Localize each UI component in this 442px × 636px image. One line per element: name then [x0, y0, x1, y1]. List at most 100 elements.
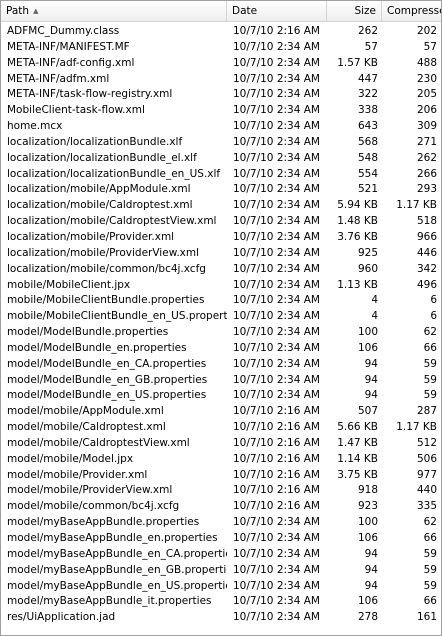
- cell-path: MobileClient-task-flow.xml: [7, 104, 145, 117]
- table-row[interactable]: model/myBaseAppBundle_it.properties 10/7/…: [1, 594, 441, 610]
- table-row[interactable]: model/mobile/Caldroptest.xml 10/7/10 2:16…: [1, 420, 441, 436]
- table-row[interactable]: mobile/MobileClientBundle.properties 10/7…: [1, 293, 441, 309]
- table-row[interactable]: mobile/MobileClientBundle_en_US.properti…: [1, 309, 441, 325]
- cell-compressed: 230: [416, 72, 437, 85]
- table-row[interactable]: res/UiApplication.jad 10/7/10 2:34 AM 278 1…: [1, 610, 441, 626]
- cell-date: 10/7/10 2:34 AM: [233, 56, 320, 69]
- table-row[interactable]: model/myBaseAppBundle_en.properties 10/7/…: [1, 531, 441, 547]
- cell-compressed: 293: [416, 183, 437, 196]
- cell-path: model/mobile/Model.jpx: [7, 452, 134, 465]
- cell-date: 10/7/10 2:34 AM: [233, 516, 320, 529]
- table-row[interactable]: localization/localizationBundle_en_US.xl…: [1, 167, 441, 183]
- cell-size: 1.14 KB: [337, 452, 378, 465]
- cell-path: res/UiApplication.jad: [7, 611, 116, 624]
- table-row[interactable]: localization/mobile/AppModule.xml 10/7/10…: [1, 182, 441, 198]
- cell-date: 10/7/10 2:34 AM: [233, 262, 320, 275]
- table-row[interactable]: model/mobile/ProviderView.xml 10/7/10 2:1…: [1, 483, 441, 499]
- table-row[interactable]: localization/localizationBundle.xlf 10/7/…: [1, 135, 441, 151]
- cell-size: 100: [357, 326, 378, 339]
- cell-date: 10/7/10 2:16 AM: [233, 436, 320, 449]
- table-row[interactable]: localization/mobile/Caldroptest.xml 10/7/…: [1, 198, 441, 214]
- table-row[interactable]: model/myBaseAppBundle_en_CA.properties 10…: [1, 547, 441, 563]
- table-row[interactable]: localization/mobile/CaldroptestView.xml 1…: [1, 214, 441, 230]
- cell-path: model/ModelBundle_en_US.properties: [7, 389, 207, 402]
- column-header-compressed[interactable]: Compressed: [382, 1, 441, 21]
- cell-size: 568: [357, 135, 378, 148]
- cell-path: model/mobile/common/bc4j.xcfg: [7, 500, 180, 513]
- cell-size: 100: [357, 516, 378, 529]
- cell-compressed: 66: [423, 341, 437, 354]
- cell-size: 1.13 KB: [337, 278, 378, 291]
- cell-path: model/myBaseAppBundle_en_US.properties: [7, 579, 227, 592]
- cell-date: 10/7/10 2:34 AM: [233, 595, 320, 608]
- cell-compressed: 202: [416, 25, 437, 37]
- table-row[interactable]: META-INF/task-flow-registry.xml 10/7/10 2…: [1, 87, 441, 103]
- cell-size: 960: [357, 262, 378, 275]
- cell-date: 10/7/10 2:34 AM: [233, 40, 320, 53]
- cell-size: 106: [357, 595, 378, 608]
- table-row[interactable]: mobile/MobileClient.jpx 10/7/10 2:34 AM 1.…: [1, 278, 441, 294]
- table-row[interactable]: META-INF/MANIFEST.MF 10/7/10 2:34 AM 57 57: [1, 40, 441, 56]
- cell-compressed: 496: [416, 278, 437, 291]
- cell-path: mobile/MobileClient.jpx: [7, 278, 131, 291]
- table-row[interactable]: META-INF/adfm.xml 10/7/10 2:34 AM 447 230: [1, 72, 441, 88]
- table-row[interactable]: home.mcx 10/7/10 2:34 AM 643 309: [1, 119, 441, 135]
- table-row[interactable]: model/ModelBundle_en_US.properties 10/7/1…: [1, 388, 441, 404]
- table-row[interactable]: model/mobile/Model.jpx 10/7/10 2:16 AM 1.1…: [1, 452, 441, 468]
- table-row[interactable]: ADFMC_Dummy.class 10/7/10 2:16 AM 262 202: [1, 24, 441, 40]
- table-row[interactable]: model/mobile/Provider.xml 10/7/10 2:16 AM…: [1, 468, 441, 484]
- cell-date: 10/7/10 2:34 AM: [233, 72, 320, 85]
- cell-date: 10/7/10 2:34 AM: [233, 151, 320, 164]
- cell-size: 3.75 KB: [337, 468, 378, 481]
- cell-compressed: 57: [423, 40, 437, 53]
- cell-size: 94: [364, 563, 378, 576]
- table-row[interactable]: model/ModelBundle_en_GB.properties 10/7/1…: [1, 373, 441, 389]
- cell-compressed: 518: [416, 215, 437, 228]
- cell-compressed: 309: [416, 120, 437, 133]
- cell-date: 10/7/10 2:34 AM: [233, 135, 320, 148]
- cell-date: 10/7/10 2:34 AM: [233, 278, 320, 291]
- table-row[interactable]: model/mobile/common/bc4j.xcfg 10/7/10 2:1…: [1, 499, 441, 515]
- table-row[interactable]: model/ModelBundle_en_CA.properties 10/7/1…: [1, 357, 441, 373]
- column-header-date[interactable]: Date: [227, 1, 327, 21]
- cell-date: 10/7/10 2:34 AM: [233, 389, 320, 402]
- cell-path: localization/localizationBundle.xlf: [7, 135, 183, 148]
- cell-size: 1.48 KB: [337, 215, 378, 228]
- table-row[interactable]: localization/mobile/ProviderView.xml 10/7…: [1, 246, 441, 262]
- column-header-size[interactable]: Size: [327, 1, 382, 21]
- table-row[interactable]: model/mobile/CaldroptestView.xml 10/7/10 …: [1, 436, 441, 452]
- cell-path: ADFMC_Dummy.class: [7, 25, 120, 37]
- table-row[interactable]: localization/localizationBundle_el.xlf 10…: [1, 151, 441, 167]
- cell-size: 5.94 KB: [337, 199, 378, 212]
- cell-path: model/mobile/AppModule.xml: [7, 405, 164, 418]
- cell-path: model/ModelBundle_en_CA.properties: [7, 357, 207, 370]
- table-row[interactable]: META-INF/adf-config.xml 10/7/10 2:34 AM 1.…: [1, 56, 441, 72]
- table-row[interactable]: model/myBaseAppBundle_en_US.properties 10…: [1, 579, 441, 595]
- cell-compressed: 66: [423, 532, 437, 544]
- cell-compressed: 1.17 KB: [396, 199, 437, 212]
- table-row[interactable]: model/ModelBundle_en.properties 10/7/10 2…: [1, 341, 441, 357]
- cell-path: model/ModelBundle_en_GB.properties: [7, 373, 208, 386]
- cell-path: model/myBaseAppBundle_en_GB.properties: [7, 563, 227, 576]
- table-row[interactable]: model/myBaseAppBundle_en_GB.properties 10…: [1, 563, 441, 579]
- table-row[interactable]: model/ModelBundle.properties 10/7/10 2:34…: [1, 325, 441, 341]
- table-row[interactable]: localization/mobile/common/bc4j.xcfg 10/7…: [1, 262, 441, 278]
- cell-size: 106: [357, 341, 378, 354]
- cell-compressed: 62: [423, 326, 437, 339]
- sort-ascending-icon: ▲: [33, 7, 39, 15]
- cell-compressed: 6: [430, 310, 437, 323]
- table-row[interactable]: localization/mobile/Provider.xml 10/7/10 …: [1, 230, 441, 246]
- table-row[interactable]: model/myBaseAppBundle.properties 10/7/10 …: [1, 515, 441, 531]
- cell-compressed: 206: [416, 104, 437, 117]
- table-row[interactable]: MobileClient-task-flow.xml 10/7/10 2:34 A…: [1, 103, 441, 119]
- column-header-path[interactable]: Path ▲: [1, 1, 227, 21]
- cell-compressed: 512: [416, 436, 437, 449]
- cell-compressed: 66: [423, 595, 437, 608]
- cell-compressed: 59: [423, 389, 437, 402]
- cell-date: 10/7/10 2:34 AM: [233, 611, 320, 624]
- table-row[interactable]: model/mobile/AppModule.xml 10/7/10 2:16 A…: [1, 404, 441, 420]
- cell-date: 10/7/10 2:34 AM: [233, 230, 320, 243]
- cell-path: META-INF/adf-config.xml: [7, 56, 135, 69]
- cell-size: 554: [357, 167, 378, 180]
- cell-path: model/mobile/Caldroptest.xml: [7, 421, 166, 434]
